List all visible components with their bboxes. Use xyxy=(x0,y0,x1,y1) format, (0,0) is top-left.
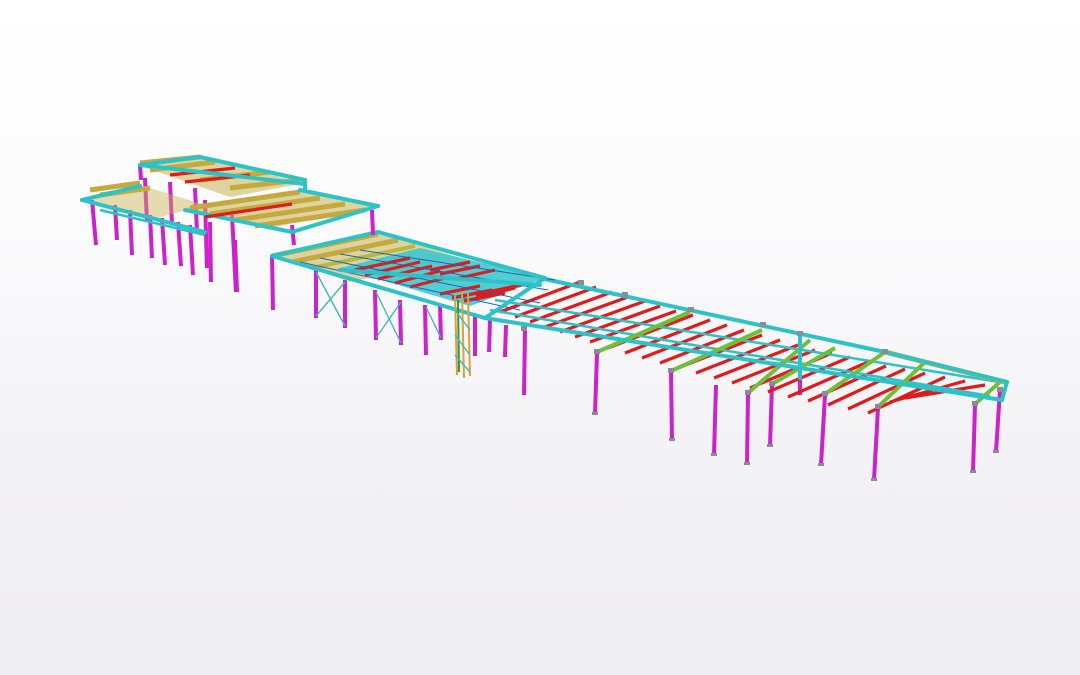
structural-steel-model[interactable]: .col { stroke: #cc22cc; stroke-width: 4;… xyxy=(0,0,1080,675)
left-middle-deck xyxy=(183,188,380,234)
right-bay-cross-beams xyxy=(489,298,1006,398)
column-base-plates xyxy=(592,412,999,481)
right-bay-columns xyxy=(487,319,1002,481)
stair-tower xyxy=(454,291,471,379)
right-bay-frame xyxy=(483,276,1009,481)
3d-model-viewport[interactable]: .col { stroke: #cc22cc; stroke-width: 4;… xyxy=(0,0,1080,675)
right-bay-joists xyxy=(499,280,986,415)
left-top-deck xyxy=(138,154,307,197)
